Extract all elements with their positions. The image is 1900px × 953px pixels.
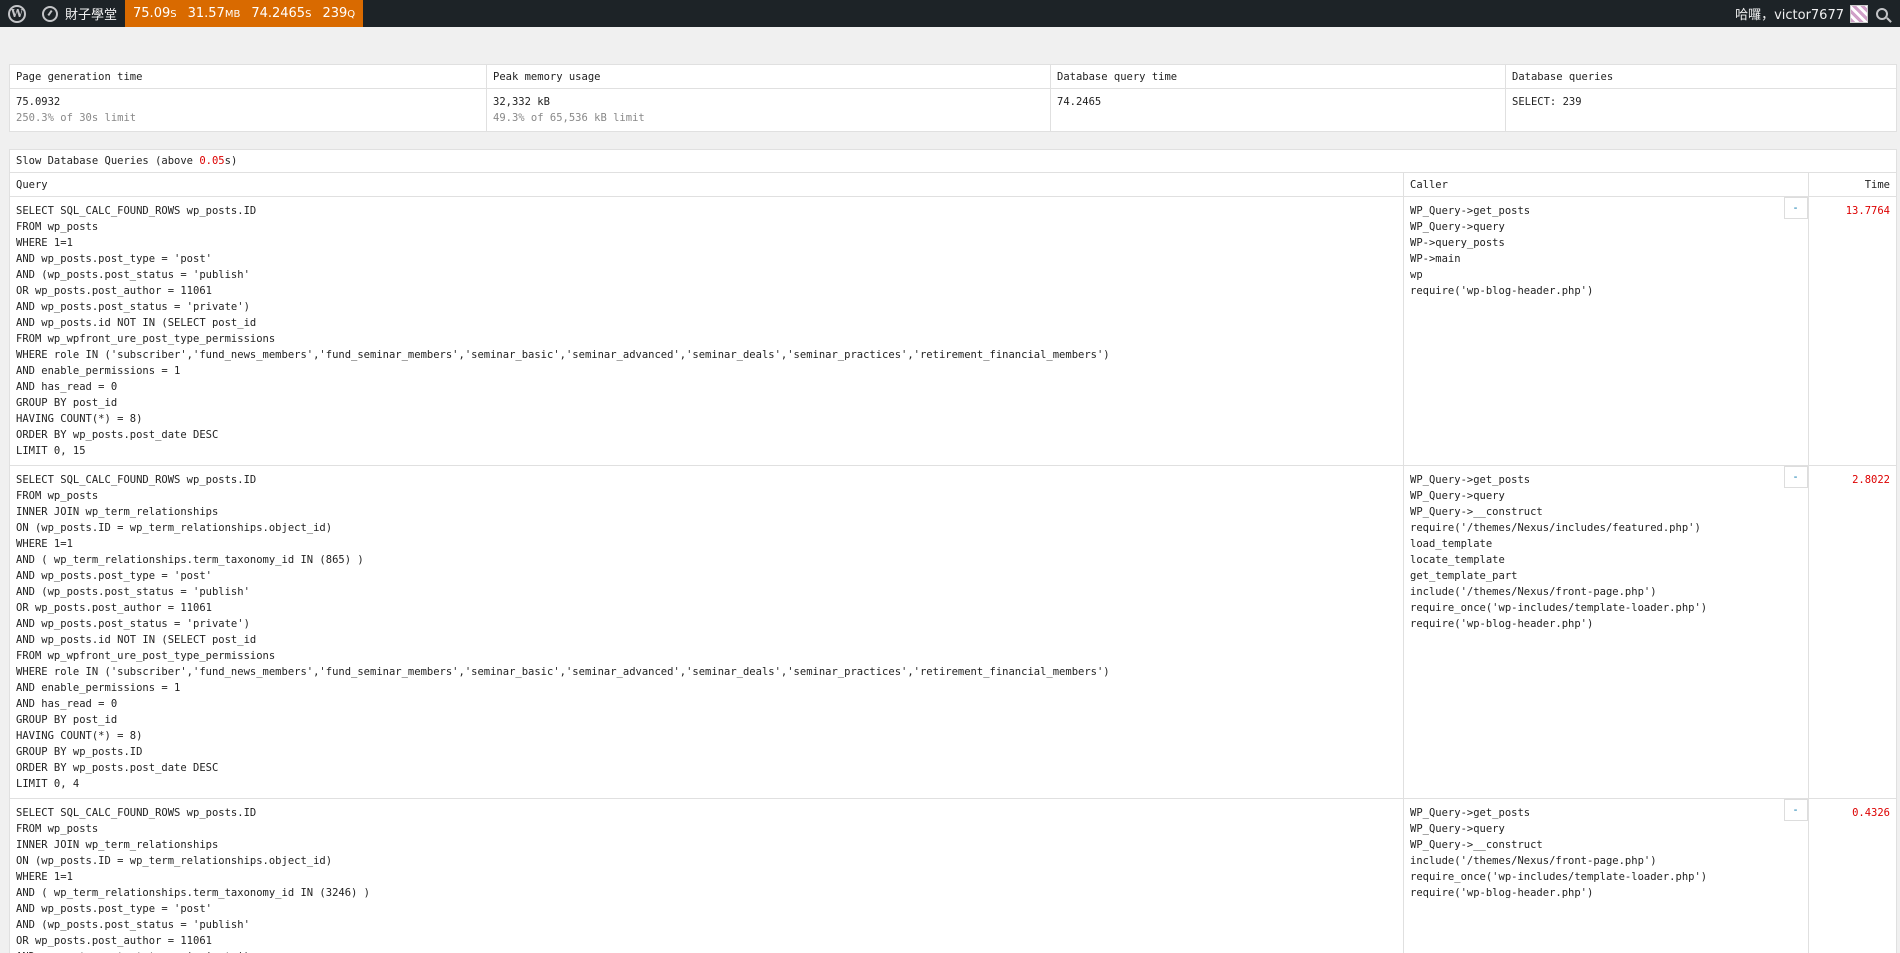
search-icon[interactable] — [1876, 7, 1888, 20]
avatar[interactable] — [1850, 4, 1868, 23]
db-query-time-value: 74.2465 — [1050, 88, 1506, 132]
peak-memory-limit: 49.3% of 65,536 kB limit — [493, 112, 645, 124]
qm-queries: 239Q — [322, 6, 356, 21]
wordpress-logo-icon: W — [8, 4, 26, 23]
column-query[interactable]: Query — [9, 172, 1404, 197]
page-generation-time-value: 75.0932 — [16, 96, 61, 108]
header-page-generation-time: Page generation time — [9, 64, 487, 89]
column-caller[interactable]: Caller — [1403, 172, 1809, 197]
qm-memory: 31.57MB — [187, 6, 241, 21]
table-row: SELECT SQL_CALC_FOUND_ROWS wp_posts.ID F… — [9, 196, 1897, 466]
table-row: SELECT SQL_CALC_FOUND_ROWS wp_posts.ID F… — [9, 465, 1897, 799]
column-time[interactable]: Time — [1808, 172, 1897, 197]
my-account-greeting[interactable]: 哈囉，victor7677 — [1735, 4, 1844, 23]
peak-memory-value: 32,332 kB — [493, 96, 550, 108]
header-database-query-time: Database query time — [1050, 64, 1506, 89]
caller-toggle-button[interactable]: - — [1783, 197, 1808, 219]
header-database-queries: Database queries — [1505, 64, 1897, 89]
slow-queries-table: Slow Database Queries (above 0.05s) Quer… — [9, 149, 1897, 953]
query-time: 2.8022 — [1808, 465, 1897, 799]
admin-bar: W 財子學堂 75.09S 31.57MB 74.2465S 239Q 哈囉，v… — [0, 0, 1900, 27]
query-sql: SELECT SQL_CALC_FOUND_ROWS wp_posts.ID F… — [9, 196, 1404, 466]
overview-table: Page generation time Peak memory usage D… — [9, 64, 1897, 132]
table-row: SELECT SQL_CALC_FOUND_ROWS wp_posts.ID F… — [9, 798, 1897, 953]
query-caller: - WP_Query->get_posts WP_Query->query WP-… — [1403, 196, 1808, 466]
peak-memory-cell: 32,332 kB 49.3% of 65,536 kB limit — [486, 88, 1051, 132]
page-generation-time-cell: 75.0932 250.3% of 30s limit — [9, 88, 487, 132]
caller-toggle-button[interactable]: - — [1783, 466, 1808, 488]
site-name-menu[interactable]: 財子學堂 — [34, 0, 125, 27]
caller-toggle-button[interactable]: - — [1783, 799, 1808, 821]
query-caller: - WP_Query->get_posts WP_Query->query WP_… — [1403, 798, 1808, 953]
query-caller: - WP_Query->get_posts WP_Query->query WP_… — [1403, 465, 1808, 799]
site-name: 財子學堂 — [65, 8, 118, 23]
slow-queries-caption: Slow Database Queries (above 0.05s) — [9, 149, 1897, 173]
db-queries-value: SELECT: 239 — [1505, 88, 1897, 132]
qm-dbtime: 74.2465S — [251, 6, 312, 21]
dashboard-icon — [42, 5, 58, 22]
query-monitor-menu[interactable]: 75.09S 31.57MB 74.2465S 239Q — [125, 0, 364, 27]
query-time: 0.4326 — [1808, 798, 1897, 953]
query-time: 13.7764 — [1808, 196, 1897, 466]
header-peak-memory-usage: Peak memory usage — [486, 64, 1051, 89]
wp-logo-menu[interactable]: W — [0, 0, 34, 27]
query-sql: SELECT SQL_CALC_FOUND_ROWS wp_posts.ID F… — [9, 465, 1404, 799]
qm-time: 75.09S — [133, 6, 177, 21]
page-generation-time-limit: 250.3% of 30s limit — [16, 112, 137, 124]
query-sql: SELECT SQL_CALC_FOUND_ROWS wp_posts.ID F… — [9, 798, 1404, 953]
